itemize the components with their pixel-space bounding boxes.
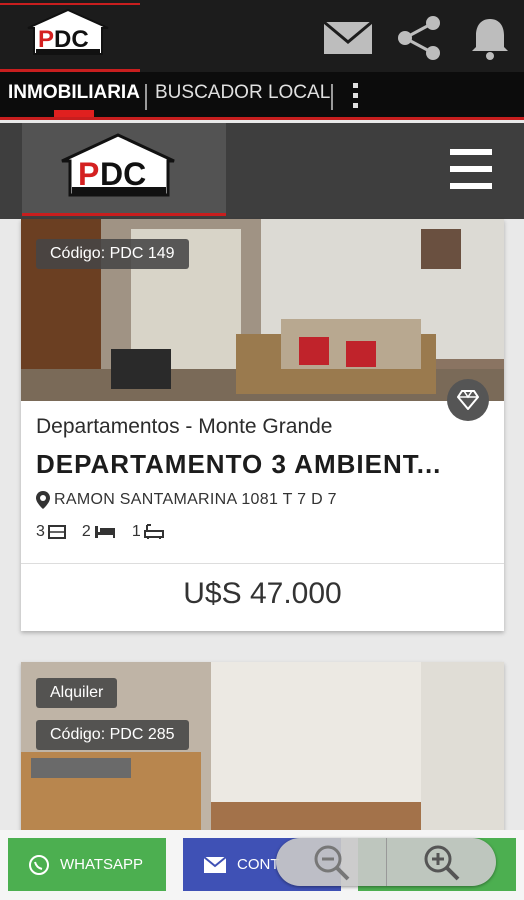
whatsapp-button[interactable]: WHATSAPP [8, 838, 166, 891]
app-logo[interactable]: P DC [0, 0, 140, 72]
bed-icon [94, 526, 115, 538]
svg-text:DC: DC [54, 26, 89, 53]
listing-operation-badge: Alquiler [36, 678, 118, 708]
tab-buscador-local[interactable]: BUSCADOR LOCAL [155, 82, 330, 104]
share-icon[interactable] [394, 14, 446, 62]
listing-title[interactable]: DEPARTAMENTO 3 AMBIENT... [36, 449, 486, 480]
baths-feature: 1 [132, 523, 164, 541]
mail-icon[interactable] [322, 14, 374, 62]
whatsapp-label: WHATSAPP [60, 856, 144, 873]
mail-icon [203, 855, 227, 873]
listing-code-badge: Código: PDC 285 [36, 720, 189, 750]
active-tab-indicator [54, 110, 94, 117]
rooms-icon [47, 525, 66, 539]
whatsapp-icon [29, 854, 49, 875]
zoom-in-icon [424, 845, 460, 881]
bell-icon[interactable] [464, 14, 516, 62]
rooms-feature: 3 [36, 523, 66, 541]
bottom-bar: WHATSAPP CONT [0, 830, 524, 900]
bath-icon [143, 524, 164, 539]
zoom-control [276, 838, 496, 886]
listing-address-text: RAMON SANTAMARINA 1081 T 7 D 7 [54, 491, 337, 508]
more-vert-icon[interactable] [350, 80, 360, 110]
card-divider [21, 563, 504, 564]
zoom-out-icon [314, 845, 350, 881]
listing-price: U$S 47.000 [183, 577, 342, 610]
menu-icon[interactable] [450, 149, 492, 189]
rooms-count: 3 [36, 523, 45, 540]
tab-inmobiliaria[interactable]: INMOBILIARIA [8, 82, 140, 104]
tab-separator [331, 84, 333, 110]
svg-text:P: P [38, 26, 54, 53]
baths-count: 1 [131, 523, 141, 540]
diamond-icon[interactable] [447, 379, 489, 421]
beds-count: 2 [81, 523, 91, 540]
location-pin-icon [36, 491, 50, 509]
listing-card[interactable]: Código: PDC 149 Departamentos - Monte Gr… [21, 219, 504, 631]
listing-card[interactable]: Alquiler Código: PDC 285 [21, 662, 504, 832]
contact-label: CONT [237, 856, 280, 873]
app-bar: P DC [0, 0, 524, 72]
tab-bar: INMOBILIARIA BUSCADOR LOCAL [0, 72, 524, 120]
listing-category: Departamentos - Monte Grande [36, 415, 333, 438]
svg-text:P: P [78, 156, 99, 192]
beds-feature: 2 [82, 523, 116, 541]
site-header: P DC [0, 123, 524, 219]
listing-code-badge: Código: PDC 149 [36, 239, 189, 269]
zoom-in-button[interactable] [385, 838, 497, 886]
zoom-out-button[interactable] [276, 838, 386, 886]
listing-features: 3 2 1 [36, 523, 164, 541]
svg-text:DC: DC [100, 156, 146, 192]
listing-address: RAMON SANTAMARINA 1081 T 7 D 7 [36, 491, 337, 509]
site-logo[interactable]: P DC [22, 123, 226, 216]
tab-separator [145, 84, 147, 110]
